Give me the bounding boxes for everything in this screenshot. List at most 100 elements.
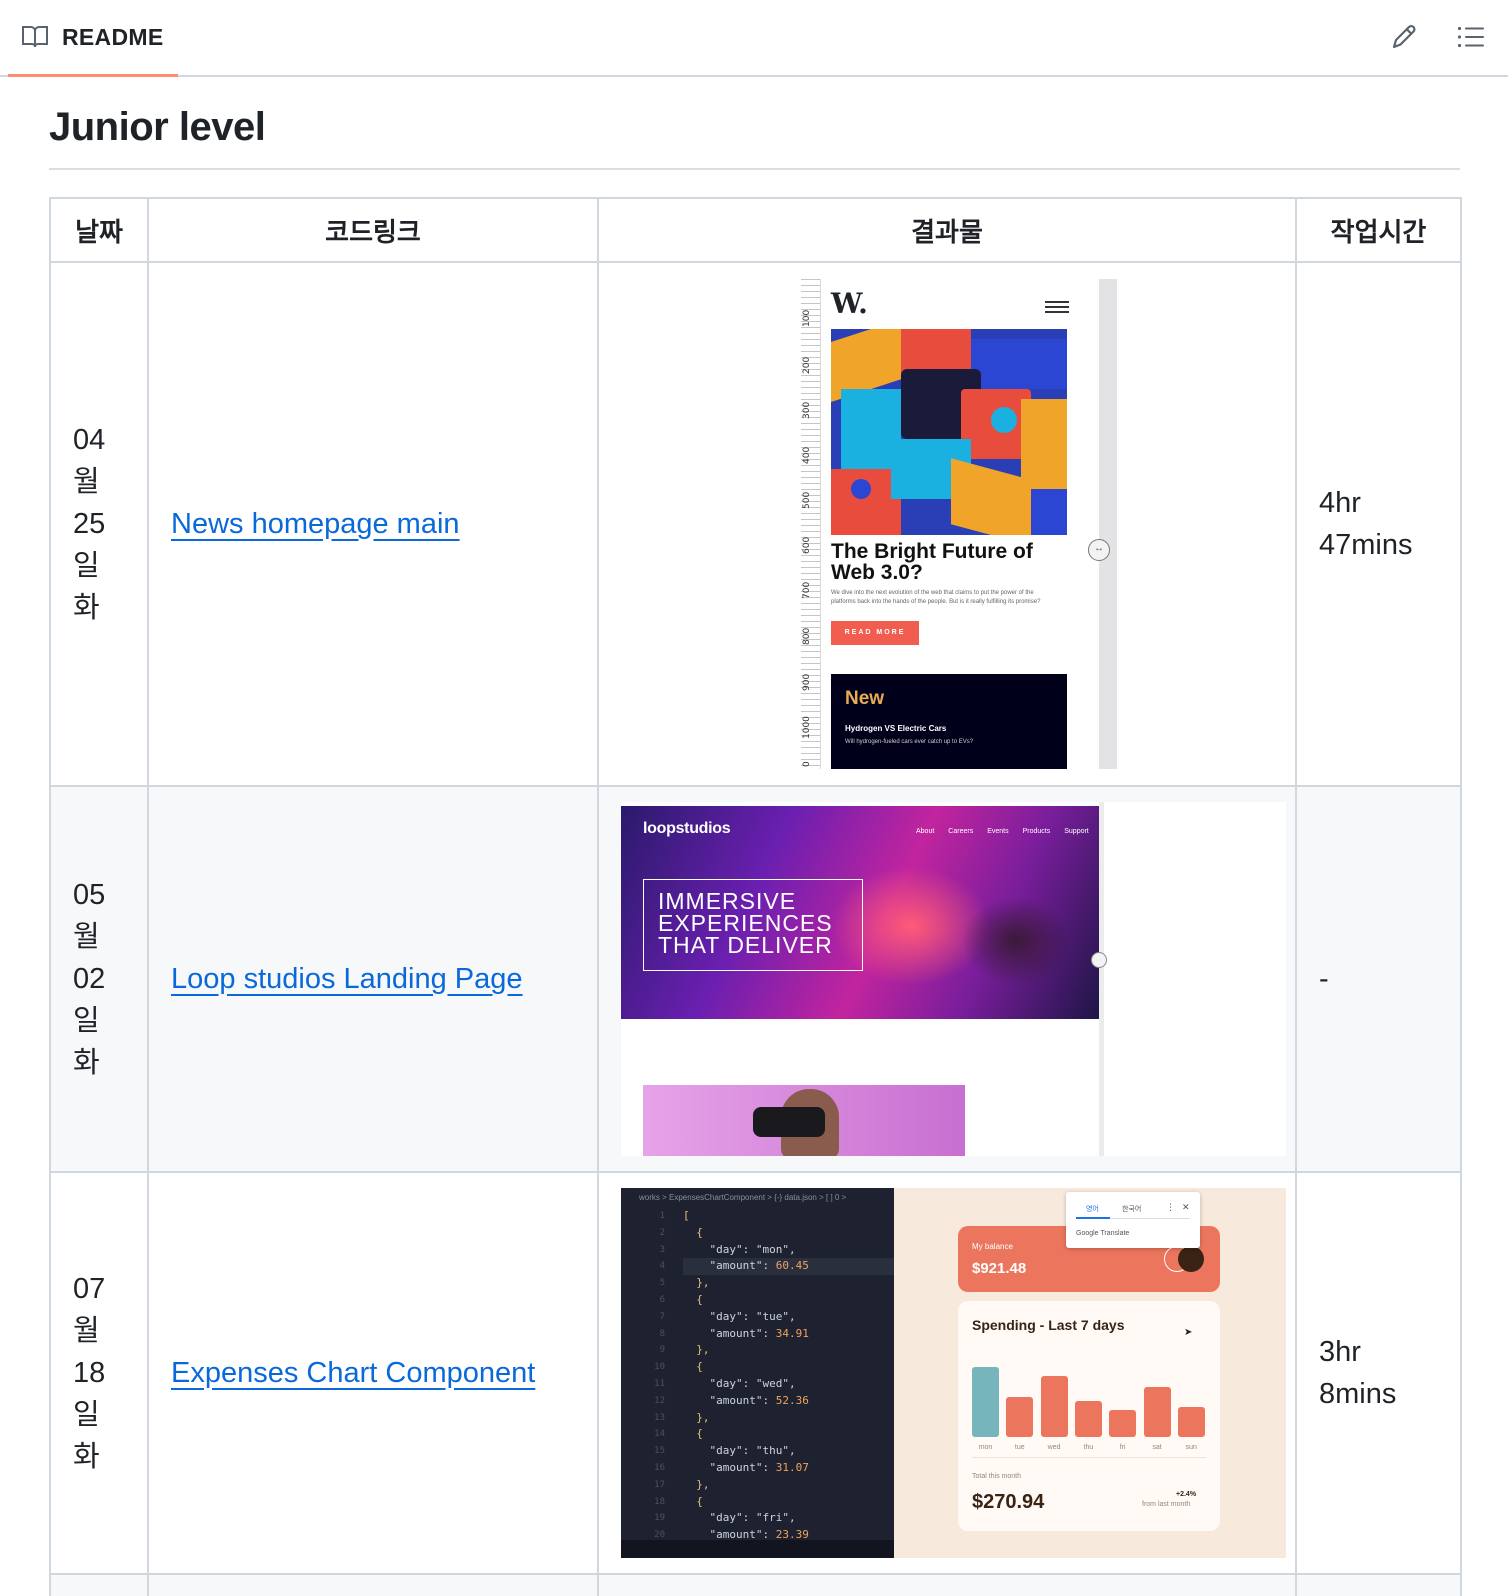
date-part: 일: [73, 1005, 100, 1037]
code-line: {: [683, 1360, 703, 1374]
date-part: 화: [73, 1441, 100, 1473]
change-value: +2.4%: [1176, 1491, 1197, 1498]
date-part: 18: [73, 1357, 106, 1389]
line-number: 16: [654, 1462, 665, 1473]
nav-item: About: [916, 828, 935, 835]
read-more-button: READ MORE: [831, 621, 919, 645]
ruler: [801, 279, 821, 769]
table-header-row: 날짜 코드링크 결과물 작업시간: [49, 197, 1462, 263]
nav-item: Support: [1064, 828, 1089, 835]
date-part: 25: [73, 508, 106, 540]
chart-bar: [1040, 1376, 1068, 1437]
heading-divider: [49, 168, 1460, 170]
spending-bar-chart: mon tue wed thu fri sat sun: [972, 1349, 1212, 1451]
site-nav: About Careers Events Products Support: [916, 828, 1089, 835]
line-number: 2: [659, 1227, 665, 1238]
ruler-label: 200: [802, 356, 812, 374]
code-line: "day": "wed",: [709, 1376, 796, 1390]
code-line: "amount": 31.07: [709, 1460, 809, 1474]
code-line: "day": "tue",: [709, 1309, 796, 1323]
result-cell: works > ExpensesChartComponent > {-} dat…: [597, 1171, 1297, 1575]
time-part: -: [1319, 963, 1329, 995]
ruler-label: 400: [802, 446, 812, 464]
chart-day-label: wed: [1047, 1444, 1061, 1451]
book-icon: [22, 26, 48, 48]
line-number: 14: [654, 1429, 665, 1440]
resize-handle-icon: ↔: [1088, 539, 1110, 561]
hero-line: EXPERIENCES: [658, 910, 833, 936]
nav-item: Products: [1022, 828, 1051, 835]
new-panel-desc: Will hydrogen-fueled cars ever catch up …: [845, 739, 974, 745]
code-editor: works > ExpensesChartComponent > {-} dat…: [621, 1188, 894, 1558]
hero-headline-box: IMMERSIVE EXPERIENCES THAT DELIVER: [643, 879, 863, 971]
line-numbers: 1 2 3 4 5 6 7 8 9 10 11 12 13 14 15 16 17 18 19 20: [621, 1208, 671, 1558]
chart-day-label: fri: [1119, 1444, 1126, 1451]
date-part: 04: [73, 424, 106, 456]
code-line: {: [683, 1292, 703, 1306]
translate-tab: 한국어: [1122, 1206, 1142, 1213]
project-link[interactable]: Loop studios Landing Page: [149, 963, 523, 995]
time-part: 8mins: [1319, 1378, 1397, 1410]
cursor-icon: ➤: [1184, 1327, 1193, 1338]
time-cell: [1295, 1573, 1462, 1596]
line-number: 7: [659, 1311, 665, 1322]
link-cell: Loop studios Landing Page: [147, 785, 599, 1173]
scrollbar: [1099, 279, 1117, 769]
balance-label: My balance: [972, 1242, 1013, 1251]
ruler-label: 100: [802, 309, 812, 327]
screenshot-loop-studios: loopstudios About Careers Events Product…: [621, 802, 1286, 1156]
new-panel: New Hydrogen VS Electric Cars Will hydro…: [831, 674, 1067, 769]
chart-bar: [1143, 1387, 1171, 1437]
bar-group: sat: [1143, 1349, 1174, 1451]
code-line: "amount": 34.91: [709, 1326, 809, 1340]
code-line: "amount": 52.36: [709, 1393, 809, 1407]
link-cell: News homepage main: [147, 261, 599, 787]
line-number: 10: [654, 1362, 665, 1373]
line-number: 1: [659, 1211, 665, 1221]
result-cell: [597, 1573, 1297, 1596]
line-number: 6: [659, 1294, 665, 1305]
bar-group: sun: [1177, 1349, 1208, 1451]
code-line: },: [683, 1276, 710, 1290]
pencil-icon[interactable]: [1389, 22, 1419, 52]
date-part: 월: [73, 1315, 100, 1347]
list-icon[interactable]: [1456, 22, 1486, 52]
chart-day-label: thu: [1083, 1444, 1094, 1451]
code-line: {: [683, 1225, 703, 1239]
code-line: "day": "fri",: [709, 1511, 796, 1525]
table-row: 07 월 18 일 화 Expenses Chart Component wor…: [49, 1171, 1462, 1575]
code-line: [: [683, 1209, 690, 1222]
code-lines: [ { "day": "mon", "amount": 60.45 }, { "…: [683, 1208, 894, 1544]
project-link[interactable]: News homepage main: [149, 508, 460, 540]
ruler-label: 800: [802, 627, 812, 645]
date-part: 일: [73, 550, 100, 582]
screenshot-news-homepage: 100 200 300 400 500 600 700 800 900 1000…: [621, 279, 1286, 769]
time-part: 3hr: [1319, 1336, 1361, 1368]
date-part: 월: [73, 921, 100, 953]
change-label: from last month: [1142, 1501, 1191, 1508]
readme-header: README: [0, 0, 1508, 77]
line-number: 5: [659, 1278, 665, 1289]
table-row: 04 월 25 일 화 News homepage main 100 200 3…: [49, 261, 1462, 787]
bar-group: wed: [1040, 1349, 1071, 1451]
project-link[interactable]: Expenses Chart Component: [149, 1357, 535, 1389]
vr-image: [643, 1085, 965, 1156]
hero-image: loopstudios About Careers Events Product…: [621, 806, 1099, 1019]
site-logo: loopstudios: [643, 820, 731, 837]
section-title: Junior level: [49, 105, 266, 149]
hero-line: IMMERSIVE: [658, 888, 797, 914]
mock-page: W. The Bright Future of Web 3.0? We dive…: [821, 279, 1099, 769]
table-row: [49, 1573, 1462, 1596]
time-part: 4hr: [1319, 487, 1361, 519]
date-part: 05: [73, 879, 106, 911]
readme-tab[interactable]: README: [8, 0, 178, 77]
line-number: 17: [654, 1479, 665, 1490]
date-part: 화: [73, 592, 100, 624]
hero-image: [831, 329, 1067, 535]
link-cell: Expenses Chart Component: [147, 1171, 599, 1575]
chart-title: Spending - Last 7 days: [972, 1317, 1125, 1333]
progress-table: 날짜 코드링크 결과물 작업시간 04 월 25 일 화 News homepa…: [49, 197, 1462, 1596]
date-part: 일: [73, 1399, 100, 1431]
code-line: {: [683, 1494, 703, 1508]
date-cell: 05 월 02 일 화: [49, 785, 149, 1173]
